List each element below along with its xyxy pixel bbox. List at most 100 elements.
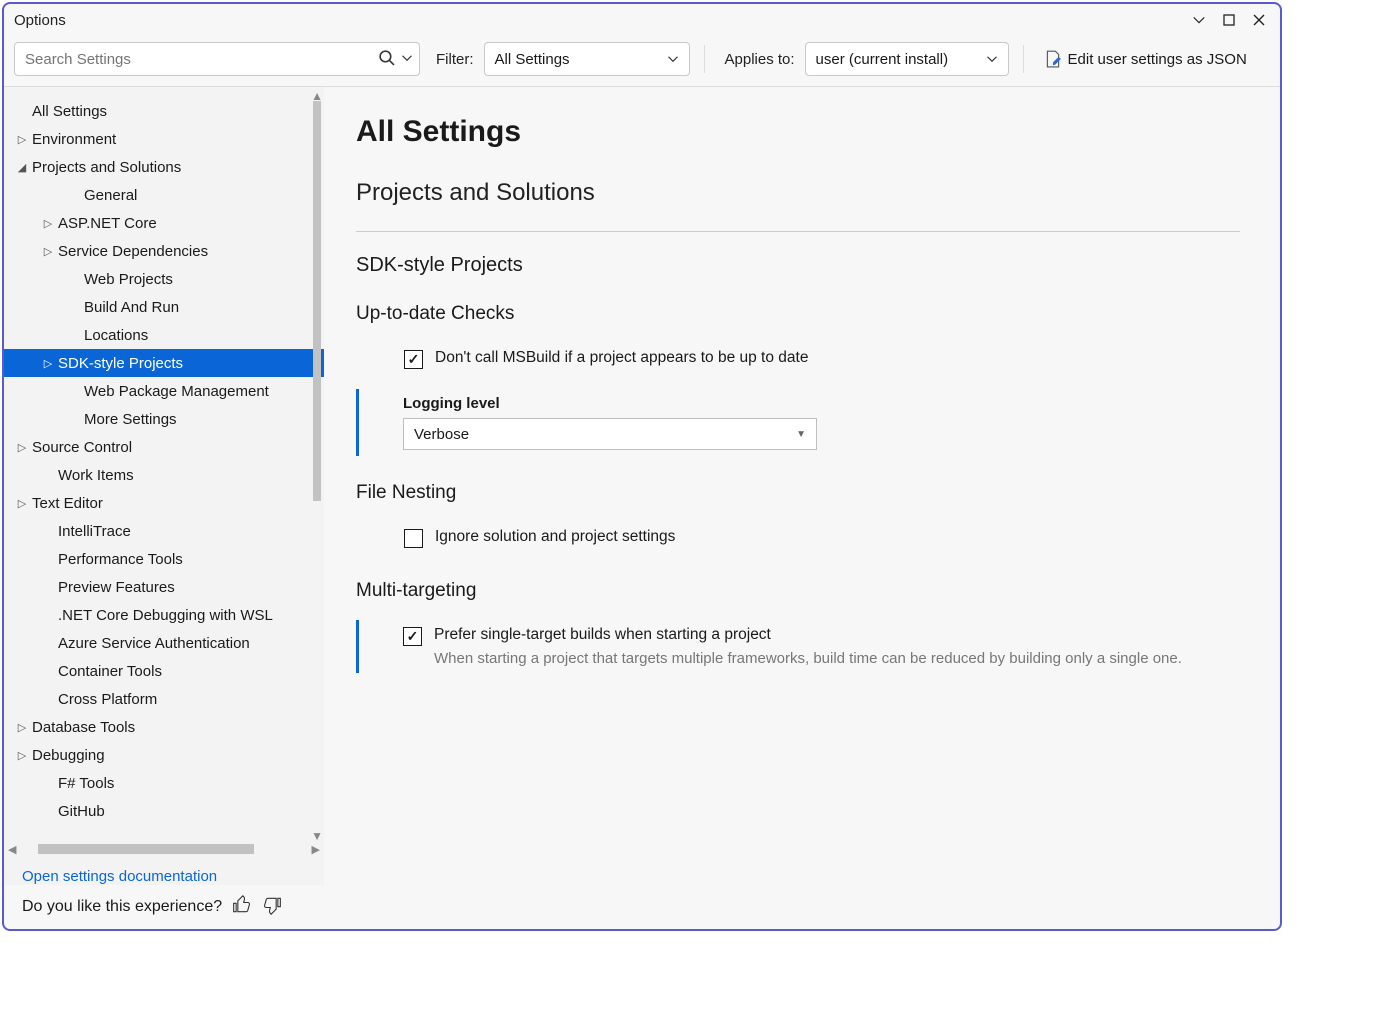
tree-item-label: More Settings [84,411,177,428]
tree-item[interactable]: ▷ASP.NET Core [4,209,324,237]
setting-prefer-single-target: Prefer single-target builds when startin… [356,620,1240,673]
tree-item[interactable]: IntelliTrace [4,517,324,545]
search-history-dropdown-icon[interactable] [401,51,413,67]
tree-item-label: GitHub [58,803,105,820]
section-heading: Projects and Solutions [356,179,1240,207]
tree-item[interactable]: Cross Platform [4,685,324,713]
group-uptodate: Up-to-date Checks [356,303,1240,325]
subsection-heading: SDK-style Projects [356,254,1240,277]
toolbar: Filter: All Settings Applies to: user (c… [4,36,1280,87]
tree-item-label: Web Package Management [84,383,269,400]
tree-item-label: Build And Run [84,299,179,316]
tree-item[interactable]: ▷Environment [4,125,324,153]
search-input[interactable] [25,51,378,68]
tree-item[interactable]: ◢Projects and Solutions [4,153,324,181]
tree-item-label: General [84,187,137,204]
checkbox-label: Don't call MSBuild if a project appears … [435,349,808,367]
statusbar: Do you like this experience? [4,885,1280,929]
edit-json-link[interactable]: Edit user settings as JSON [1044,50,1247,68]
divider [1023,45,1024,73]
vertical-scrollbar-thumb[interactable] [313,101,321,501]
tree-item-label: .NET Core Debugging with WSL [58,607,273,624]
thumbs-up-icon[interactable] [232,895,252,920]
thumbs-down-icon[interactable] [262,895,282,920]
tree-item[interactable]: Work Items [4,461,324,489]
logging-level-value: Verbose [414,426,469,443]
tree-item[interactable]: Performance Tools [4,545,324,573]
caret-right-icon: ▷ [40,217,56,230]
divider [704,45,705,73]
scroll-right-icon[interactable]: ▶ [312,843,320,856]
window-title: Options [14,12,66,29]
document-edit-icon [1044,50,1062,68]
setting-uptodate-check: Don't call MSBuild if a project appears … [356,343,1240,375]
tree-item-label: Source Control [32,439,132,456]
logging-level-combo[interactable]: Verbose ▼ [403,418,817,450]
tree-item-label: Projects and Solutions [32,159,181,176]
tree-item-label: Environment [32,131,116,148]
tree-item[interactable]: Azure Service Authentication [4,629,324,657]
tree-item[interactable]: ▷SDK-style Projects [4,349,324,377]
tree-item-label: Locations [84,327,148,344]
filter-combo[interactable]: All Settings [484,42,690,76]
caret-right-icon: ▷ [14,497,30,510]
caret-down-icon: ◢ [14,161,30,174]
scope-combo[interactable]: user (current install) [805,42,1009,76]
caret-right-icon: ▷ [40,357,56,370]
checkbox-label: Prefer single-target builds when startin… [434,626,1182,644]
page-title: All Settings [356,115,1240,149]
tree-item[interactable]: ▷Database Tools [4,713,324,741]
tree-item[interactable]: General [4,181,324,209]
tree-item-label: Debugging [32,747,105,764]
tree-item-label: Azure Service Authentication [58,635,250,652]
tree-item[interactable]: Locations [4,321,324,349]
checkbox-uptodate[interactable] [404,350,423,369]
tree-item[interactable]: Build And Run [4,293,324,321]
tree-item-label: Cross Platform [58,691,157,708]
tree-item[interactable]: ▷Service Dependencies [4,237,324,265]
scroll-down-icon[interactable]: ▼ [311,829,323,843]
logging-level-label: Logging level [403,395,1240,412]
tree-item[interactable]: .NET Core Debugging with WSL [4,601,324,629]
caret-right-icon: ▷ [14,749,30,762]
tree-item[interactable]: ▷Text Editor [4,489,324,517]
settings-tree[interactable]: All Settings▷Environment◢Projects and So… [4,97,324,840]
tree-item[interactable]: Container Tools [4,657,324,685]
close-icon[interactable] [1244,6,1274,34]
search-icon[interactable] [378,49,395,69]
caret-right-icon: ▷ [14,721,30,734]
titlebar: Options [4,4,1280,36]
horizontal-scrollbar-thumb[interactable] [38,844,254,854]
filter-value: All Settings [495,51,570,68]
tree-item[interactable]: Web Projects [4,265,324,293]
tree-item[interactable]: F# Tools [4,769,324,797]
tree-item[interactable]: ▷Source Control [4,433,324,461]
setting-ignore-nesting: Ignore solution and project settings [356,522,1240,554]
tree-item-label: Text Editor [32,495,103,512]
documentation-link[interactable]: Open settings documentation [22,868,217,885]
horizontal-scrollbar[interactable]: ◀ ▶ [4,840,324,858]
chevron-down-icon[interactable] [1184,6,1214,34]
tree-item[interactable]: All Settings [4,97,324,125]
checkbox-prefer-single-target[interactable] [403,627,422,646]
tree-item-label: Container Tools [58,663,162,680]
scroll-left-icon[interactable]: ◀ [8,843,16,856]
scope-value: user (current install) [816,51,949,68]
maximize-icon[interactable] [1214,6,1244,34]
tree-item[interactable]: Preview Features [4,573,324,601]
tree-item[interactable]: ▷Debugging [4,741,324,769]
tree-item[interactable]: Web Package Management [4,377,324,405]
tree-item[interactable]: More Settings [4,405,324,433]
checkbox-ignore-nesting[interactable] [404,529,423,548]
tree-item-label: Web Projects [84,271,173,288]
tree-item-label: Performance Tools [58,551,183,568]
tree-item-label: Preview Features [58,579,175,596]
tree-item-label: F# Tools [58,775,114,792]
sidebar: ▲ All Settings▷Environment◢Projects and … [4,87,324,885]
tree-item[interactable]: GitHub [4,797,324,825]
caret-right-icon: ▷ [14,133,30,146]
tree-item-label: All Settings [32,103,107,120]
setting-description: When starting a project that targets mul… [434,650,1182,667]
filter-label: Filter: [436,51,474,68]
caret-right-icon: ▷ [14,441,30,454]
